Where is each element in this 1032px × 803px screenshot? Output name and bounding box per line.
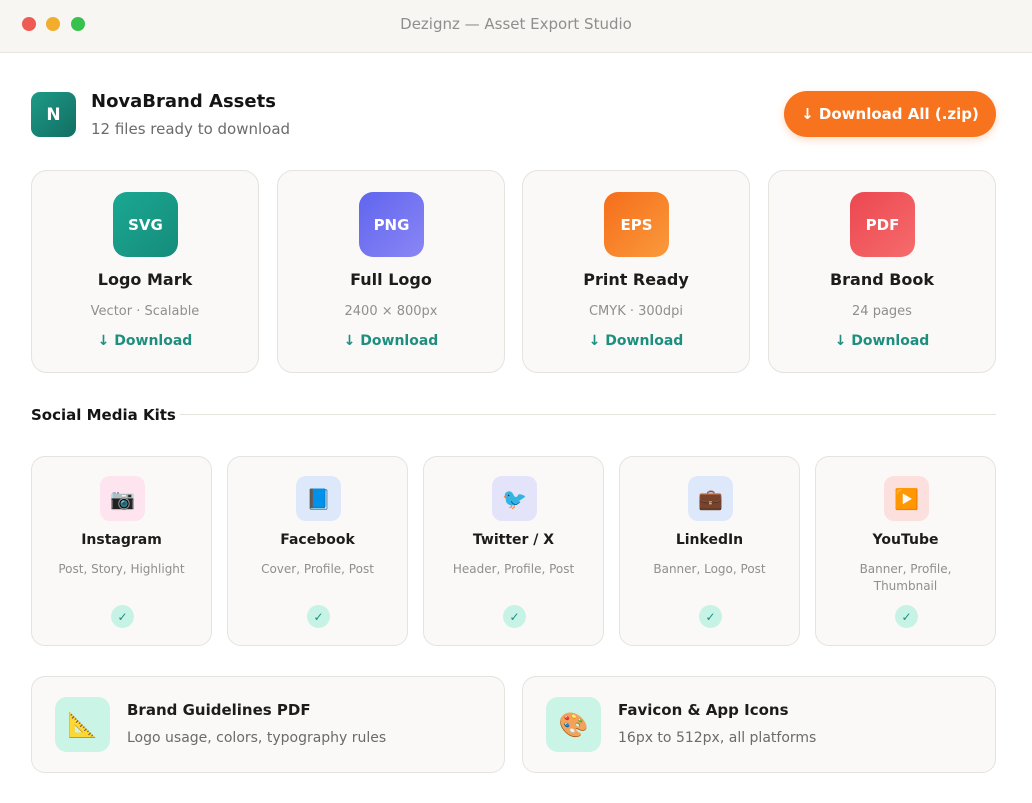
section-divider xyxy=(180,414,996,415)
file-name: Full Logo xyxy=(350,270,432,289)
camera-icon: 📷 xyxy=(100,476,145,521)
social-meta: Cover, Profile, Post xyxy=(261,562,374,576)
extra-title: Favicon & App Icons xyxy=(618,701,789,719)
file-meta: CMYK · 300dpi xyxy=(588,304,684,319)
brand-guidelines-card[interactable]: 📐 Brand Guidelines PDF Logo usage, color… xyxy=(31,676,505,773)
social-name: Twitter / X xyxy=(472,532,555,548)
favicon-card[interactable]: 🎨 Favicon & App Icons 16px to 512px, all… xyxy=(522,676,996,773)
eps-format-badge: EPS xyxy=(604,192,669,257)
check-icon: ✓ xyxy=(503,605,526,628)
bird-icon: 🐦 xyxy=(492,476,537,521)
file-meta: 2400 × 800px xyxy=(344,304,438,319)
social-meta: Header, Profile, Post xyxy=(452,562,575,576)
social-meta: Post, Story, Highlight xyxy=(58,562,185,576)
window-title: Dezignz — Asset Export Studio xyxy=(400,15,632,33)
file-card-png: PNG Full Logo 2400 × 800px ↓ Download xyxy=(277,170,505,373)
png-format-badge: PNG xyxy=(359,192,424,257)
download-link[interactable]: ↓ Download xyxy=(278,333,504,349)
social-name: YouTube xyxy=(872,532,939,548)
extra-subtitle: 16px to 512px, all platforms xyxy=(618,730,817,746)
file-card-pdf: PDF Brand Book 24 pages ↓ Download xyxy=(768,170,996,373)
file-name: Logo Mark xyxy=(97,270,193,289)
social-meta: Banner, Profile, Thumbnail xyxy=(859,562,952,593)
file-name: Print Ready xyxy=(583,270,689,289)
social-meta: Banner, Logo, Post xyxy=(653,562,766,576)
social-card-youtube[interactable]: ▶️ YouTube Banner, Profile, Thumbnail ✓ xyxy=(815,456,996,646)
files-count-subtitle: 12 files ready to download xyxy=(91,120,291,138)
file-name: Brand Book xyxy=(829,270,935,289)
download-link[interactable]: ↓ Download xyxy=(769,333,995,349)
file-card-svg: SVG Logo Mark Vector · Scalable ↓ Downlo… xyxy=(31,170,259,373)
svg-format-badge: SVG xyxy=(113,192,178,257)
check-icon: ✓ xyxy=(895,605,918,628)
extra-subtitle: Logo usage, colors, typography rules xyxy=(127,730,387,746)
section-title: Social Media Kits xyxy=(31,406,176,424)
download-link[interactable]: ↓ Download xyxy=(523,333,749,349)
page-title: NovaBrand Assets xyxy=(91,91,276,112)
download-link[interactable]: ↓ Download xyxy=(32,333,258,349)
extra-title: Brand Guidelines PDF xyxy=(127,701,311,719)
download-all-button[interactable]: ↓ Download All (.zip) xyxy=(784,91,996,137)
palette-icon: 🎨 xyxy=(546,697,601,752)
brand-logo: N xyxy=(31,92,76,137)
file-card-eps: EPS Print Ready CMYK · 300dpi ↓ Download xyxy=(522,170,750,373)
social-card-linkedin[interactable]: 💼 LinkedIn Banner, Logo, Post ✓ xyxy=(619,456,800,646)
play-icon: ▶️ xyxy=(884,476,929,521)
check-icon: ✓ xyxy=(111,605,134,628)
book-icon: 📘 xyxy=(296,476,341,521)
check-icon: ✓ xyxy=(699,605,722,628)
pdf-format-badge: PDF xyxy=(850,192,915,257)
social-card-facebook[interactable]: 📘 Facebook Cover, Profile, Post ✓ xyxy=(227,456,408,646)
social-name: LinkedIn xyxy=(675,532,744,548)
social-card-twitter[interactable]: 🐦 Twitter / X Header, Profile, Post ✓ xyxy=(423,456,604,646)
triangle-ruler-icon: 📐 xyxy=(55,697,110,752)
title-bar: Dezignz — Asset Export Studio xyxy=(0,0,1032,53)
social-card-instagram[interactable]: 📷 Instagram Post, Story, Highlight ✓ xyxy=(31,456,212,646)
social-name: Facebook xyxy=(280,532,355,548)
file-meta: 24 pages xyxy=(852,304,912,319)
briefcase-icon: 💼 xyxy=(688,476,733,521)
file-meta: Vector · Scalable xyxy=(90,304,200,319)
social-name: Instagram xyxy=(81,532,162,548)
check-icon: ✓ xyxy=(307,605,330,628)
